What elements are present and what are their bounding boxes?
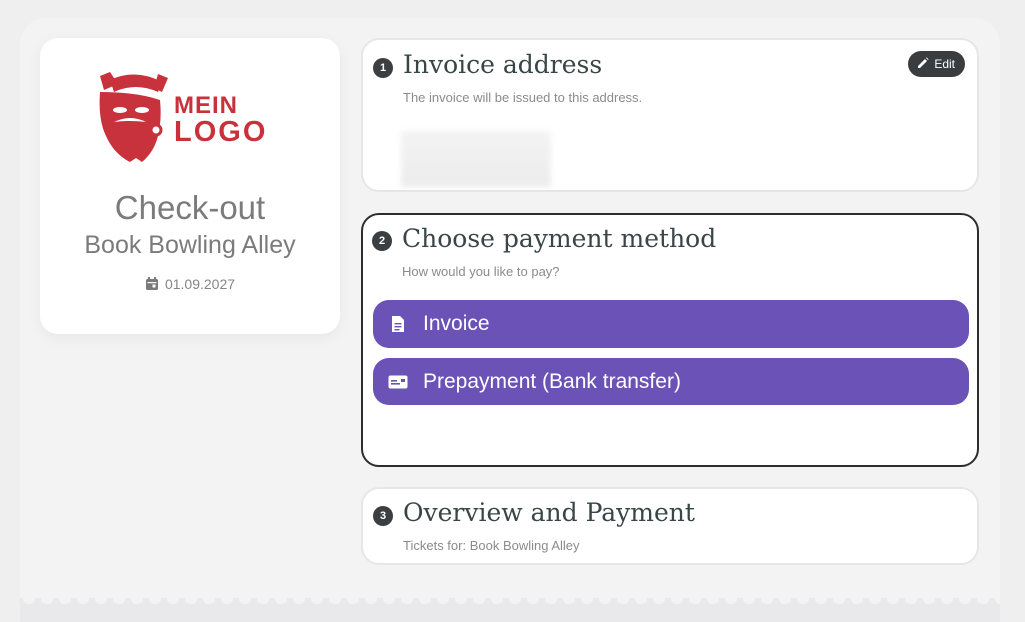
payment-option-prepayment[interactable]: Prepayment (Bank transfer) <box>373 358 969 405</box>
step-title: Choose payment method <box>402 224 717 253</box>
logo-wordmark: MEIN LOGO <box>174 92 268 148</box>
step-description: The invoice will be issued to this addre… <box>403 90 643 105</box>
bank-card-icon <box>373 375 423 389</box>
redacted-address <box>401 131 551 187</box>
step-title: Overview and Payment <box>403 498 695 527</box>
beard-logo-icon <box>99 72 168 162</box>
logo-line-2: LOGO <box>174 116 268 148</box>
edit-button-label: Edit <box>934 57 955 71</box>
payment-option-invoice[interactable]: Invoice <box>373 300 969 348</box>
document-icon <box>373 315 423 333</box>
step-description: Tickets for: Book Bowling Alley <box>403 538 580 553</box>
edit-address-button[interactable]: Edit <box>908 51 965 77</box>
payment-option-label: Invoice <box>423 312 490 335</box>
step-number-badge: 2 <box>372 231 392 251</box>
step-invoice-address: 1 Invoice address The invoice will be is… <box>361 38 979 192</box>
step-overview-payment: 3 Overview and Payment Tickets for: Book… <box>361 487 979 565</box>
payment-option-label: Prepayment (Bank transfer) <box>423 369 681 393</box>
event-name: Book Bowling Alley <box>84 231 296 259</box>
ticket-edge-divider <box>20 598 1000 622</box>
calendar-icon <box>145 276 159 296</box>
company-logo: MEIN LOGO <box>96 70 286 164</box>
step-payment-method: 2 Choose payment method How would you li… <box>361 213 979 467</box>
event-date: 01.09.2027 <box>40 274 340 296</box>
step-title: Invoice address <box>403 50 603 79</box>
step-number-badge: 1 <box>373 58 393 78</box>
checkout-title: Check-out <box>114 189 266 226</box>
event-date-text: 01.09.2027 <box>164 276 236 292</box>
step-description: How would you like to pay? <box>402 264 560 279</box>
pencil-icon <box>917 56 929 72</box>
step-number-badge: 3 <box>373 506 393 526</box>
logo-line-1: MEIN <box>174 92 238 119</box>
